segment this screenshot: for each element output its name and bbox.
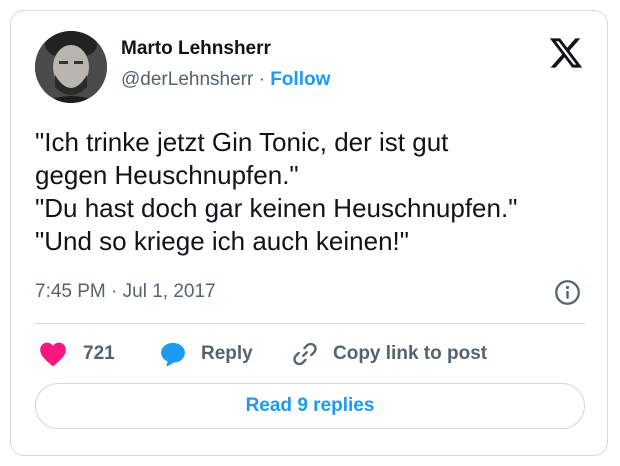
like-button[interactable]: 721: [39, 339, 115, 369]
info-icon[interactable]: [554, 279, 581, 306]
tweet-timestamp[interactable]: 7:45 PM · Jul 1, 2017: [35, 281, 216, 303]
link-icon: [293, 342, 317, 366]
reply-label: Reply: [201, 343, 253, 364]
tweet-card: Marto Lehnsherr @derLehnsherr · Follow "…: [10, 10, 608, 456]
follow-button[interactable]: Follow: [270, 69, 330, 90]
reply-button[interactable]: Reply: [159, 339, 253, 369]
avatar[interactable]: [35, 31, 107, 103]
author-handle-row: @derLehnsherr · Follow: [121, 69, 330, 91]
copy-link-button[interactable]: Copy link to post: [291, 339, 487, 369]
like-count: 721: [83, 343, 115, 364]
tweet-text-line: gegen Heuschnupfen.": [35, 160, 299, 190]
tweet-text-line: "Du hast doch gar keinen Heuschnupfen.": [35, 193, 518, 223]
heart-icon: [40, 342, 66, 367]
author-handle[interactable]: @derLehnsherr: [121, 69, 253, 90]
copy-link-label: Copy link to post: [333, 343, 488, 364]
tweet-text-line: "Und so kriege ich auch keinen!": [35, 226, 410, 256]
x-logo-icon[interactable]: [548, 35, 584, 71]
read-replies-button[interactable]: Read 9 replies: [35, 383, 585, 429]
divider: [35, 323, 585, 324]
author-display-name[interactable]: Marto Lehnsherr: [121, 38, 271, 60]
tweet-text-line: "Ich trinke jetzt Gin Tonic, der ist gut: [35, 127, 449, 157]
speech-bubble-icon: [161, 342, 185, 367]
avatar-photo: [35, 31, 107, 103]
read-replies-label: Read 9 replies: [245, 395, 375, 416]
tweet-text: "Ich trinke jetzt Gin Tonic, der ist gut…: [35, 126, 595, 258]
separator-dot: ·: [253, 69, 271, 90]
